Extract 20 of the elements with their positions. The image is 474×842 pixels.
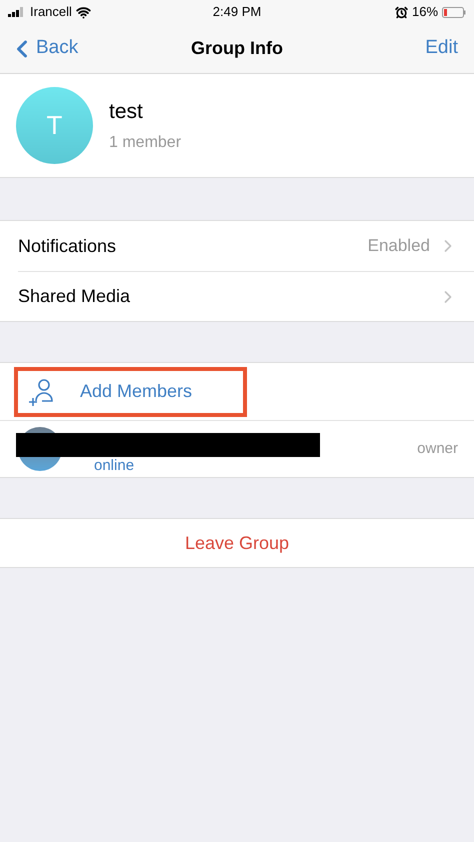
- add-members-button[interactable]: Add Members: [14, 366, 247, 416]
- member-role: owner: [417, 438, 458, 459]
- battery-percent: 16%: [412, 3, 438, 22]
- leave-group-button[interactable]: Leave Group: [0, 518, 474, 568]
- screen-title: Group Info: [191, 37, 283, 60]
- settings-row[interactable]: Shared Media: [18, 271, 474, 321]
- signal-icon: [8, 7, 26, 17]
- back-button[interactable]: Back: [8, 34, 78, 63]
- wifi-icon: [76, 4, 91, 20]
- member-status: online: [94, 457, 136, 475]
- edit-button[interactable]: Edit: [425, 34, 458, 63]
- member-count: 1 member: [109, 133, 182, 154]
- add-person-icon: [28, 376, 56, 406]
- settings-row[interactable]: Notifications Enabled: [18, 221, 474, 271]
- carrier-name: Irancell: [30, 3, 72, 22]
- clock-time: 2:49 PM: [212, 3, 262, 22]
- alarm-icon: [394, 6, 408, 18]
- group-name: test: [109, 98, 144, 125]
- group-avatar: T: [16, 87, 93, 164]
- battery-icon: [442, 6, 466, 18]
